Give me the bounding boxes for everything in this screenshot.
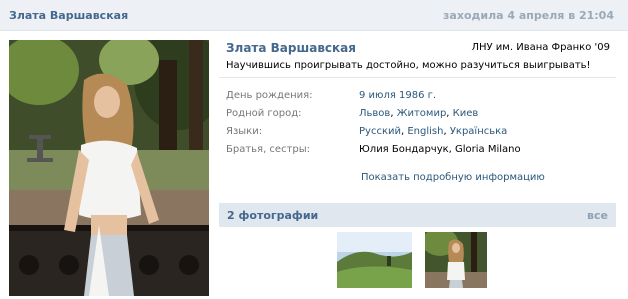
photo-thumbnail[interactable] (337, 232, 412, 288)
languages-label: Языки: (226, 126, 263, 137)
language-link-russian[interactable]: Русский (359, 126, 401, 137)
photos-title[interactable]: 2 фотографии (227, 209, 318, 222)
photos-section-header: 2 фотографии все (219, 203, 616, 227)
hometown-link-lviv[interactable]: Львов (359, 108, 390, 119)
photo-thumbnail[interactable] (425, 232, 487, 288)
language-link-ukrainian[interactable]: Українська (450, 126, 508, 137)
divider (219, 77, 616, 78)
languages-values: Русский, English, Українська (359, 126, 508, 137)
profile-motto: Научившись проигрывать достойно, можно р… (226, 60, 591, 71)
language-link-english[interactable]: English (407, 126, 443, 137)
profile-header: Злата Варшавская заходила 4 апреля в 21:… (0, 0, 628, 31)
birthday-value[interactable]: 9 июля 1986 г. (359, 90, 436, 101)
school-info[interactable]: ЛНУ им. Ивана Франко '09 (472, 42, 611, 53)
hometown-values: Львов, Житомир, Киев (359, 108, 479, 119)
hometown-link-kyiv[interactable]: Киев (453, 108, 479, 119)
profile-name: Злата Варшавская (226, 41, 356, 55)
siblings-value: Юлия Бондарчук, Gloria Milano (359, 144, 521, 155)
profile-photo[interactable] (9, 40, 209, 296)
photos-all-link[interactable]: все (587, 209, 608, 222)
hometown-label: Родной город: (226, 108, 302, 119)
last-seen-status: заходила 4 апреля в 21:04 (443, 9, 614, 22)
header-name: Злата Варшавская (9, 9, 129, 22)
hometown-link-zhytomyr[interactable]: Житомир (397, 108, 447, 119)
siblings-label: Братья, сестры: (226, 144, 311, 155)
birthday-label: День рождения: (226, 90, 313, 101)
show-more-info-link[interactable]: Показать подробную информацию (361, 172, 545, 183)
